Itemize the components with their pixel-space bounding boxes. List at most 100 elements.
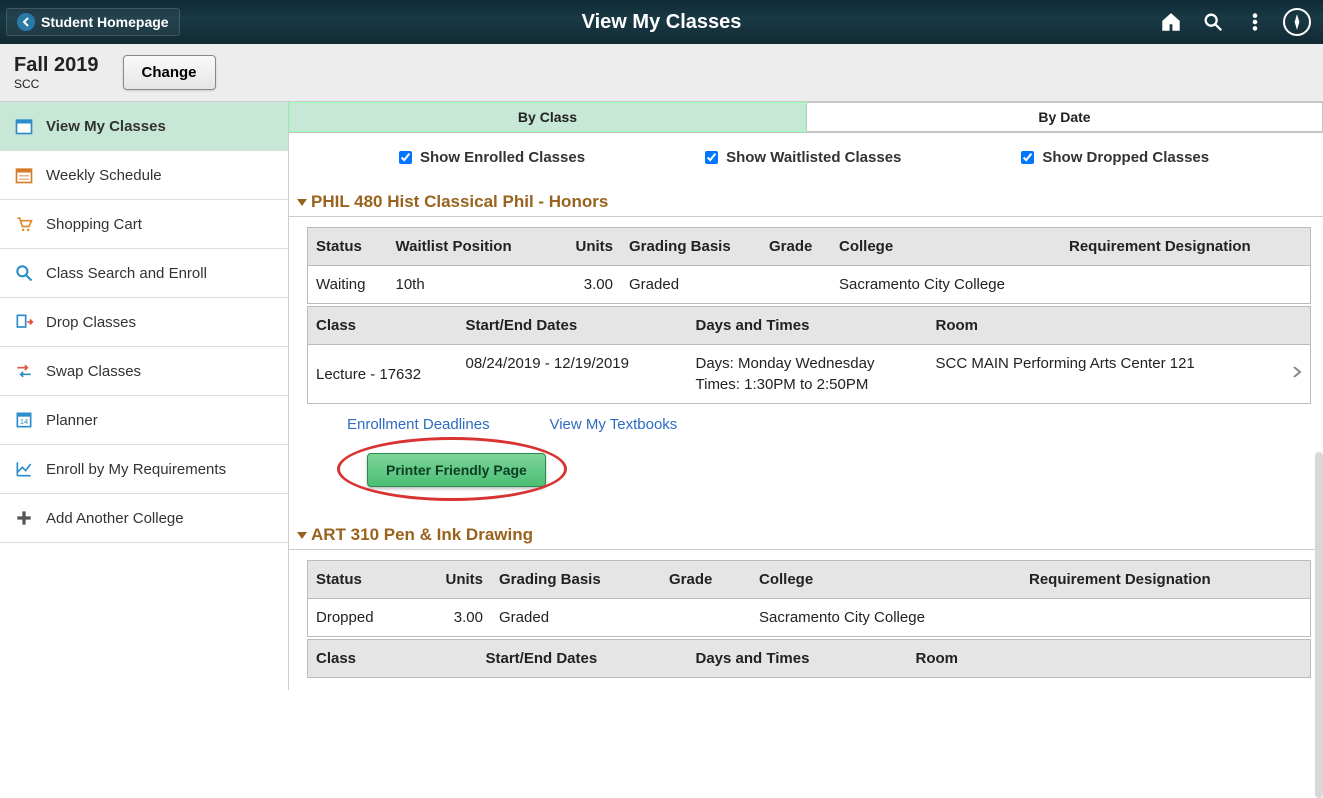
- sidebar-item-label: Class Search and Enroll: [46, 265, 207, 282]
- sidebar-item-swap-classes[interactable]: Swap Classes: [0, 347, 288, 396]
- back-button[interactable]: Student Homepage: [6, 8, 180, 36]
- th-grading: Grading Basis: [621, 228, 761, 266]
- sidebar-item-enroll-requirements[interactable]: Enroll by My Requirements: [0, 445, 288, 494]
- sidebar-item-add-college[interactable]: Add Another College: [0, 494, 288, 543]
- tab-by-date[interactable]: By Date: [806, 102, 1323, 132]
- course-links: Enrollment Deadlines View My Textbooks: [307, 406, 1311, 443]
- scrollbar[interactable]: [1315, 452, 1323, 798]
- filter-enrolled-checkbox[interactable]: [399, 151, 412, 164]
- th-grading: Grading Basis: [491, 561, 661, 599]
- course-title: PHIL 480 Hist Classical Phil - Honors: [311, 192, 608, 212]
- view-textbooks-link[interactable]: View My Textbooks: [549, 416, 677, 433]
- calendar-icon: [12, 114, 36, 138]
- th-dates: Start/End Dates: [458, 307, 688, 345]
- chevron-right-icon: [1292, 365, 1302, 383]
- sidebar-item-shopping-cart[interactable]: Shopping Cart: [0, 200, 288, 249]
- collapse-triangle-icon: [297, 199, 307, 206]
- th-units: Units: [568, 228, 622, 266]
- table-row[interactable]: Lecture - 17632 08/24/2019 - 12/19/2019 …: [308, 345, 1311, 404]
- th-class: Class: [308, 307, 458, 345]
- sidebar-item-label: Add Another College: [46, 510, 184, 527]
- filter-dropped[interactable]: Show Dropped Classes: [1021, 149, 1209, 166]
- chart-icon: [12, 457, 36, 481]
- th-college: College: [831, 228, 1061, 266]
- table-row: Waiting 10th 3.00 Graded Sacramento City…: [308, 266, 1311, 304]
- course-header-art310[interactable]: ART 310 Pen & Ink Drawing: [289, 515, 1323, 550]
- td-times: Times: 1:30PM to 2:50PM: [696, 376, 920, 393]
- course-header-phil480[interactable]: PHIL 480 Hist Classical Phil - Honors: [289, 182, 1323, 217]
- status-table: Status Waitlist Position Units Grading B…: [307, 227, 1311, 304]
- status-table: Status Units Grading Basis Grade College…: [307, 560, 1311, 637]
- nav-compass-icon[interactable]: [1283, 8, 1311, 36]
- schedule-table: Class Start/End Dates Days and Times Roo…: [307, 639, 1311, 678]
- planner-icon: 14: [12, 408, 36, 432]
- enrollment-deadlines-link[interactable]: Enrollment Deadlines: [347, 416, 490, 433]
- calendar-week-icon: [12, 163, 36, 187]
- schedule-table: Class Start/End Dates Days and Times Roo…: [307, 306, 1311, 404]
- page-title: View My Classes: [582, 11, 742, 34]
- table-row: Dropped 3.00 Graded Sacramento City Coll…: [308, 599, 1311, 637]
- td-dates: 08/24/2019 - 12/19/2019: [458, 345, 688, 404]
- sidebar-item-label: Enroll by My Requirements: [46, 461, 226, 478]
- td-units: 3.00: [568, 266, 622, 304]
- term-college: SCC: [14, 77, 99, 91]
- td-grading: Graded: [621, 266, 761, 304]
- main-panel: By Class By Date Show Enrolled Classes S…: [288, 102, 1323, 690]
- cart-icon: [12, 212, 36, 236]
- filter-enrolled[interactable]: Show Enrolled Classes: [399, 149, 585, 166]
- home-icon[interactable]: [1157, 8, 1185, 36]
- filter-waitlisted-checkbox[interactable]: [705, 151, 718, 164]
- th-college: College: [751, 561, 1021, 599]
- view-tabs: By Class By Date: [289, 102, 1323, 133]
- th-daystimes: Days and Times: [688, 307, 928, 345]
- sidebar-item-label: Swap Classes: [46, 363, 141, 380]
- filter-enrolled-label: Show Enrolled Classes: [420, 149, 585, 166]
- filter-row: Show Enrolled Classes Show Waitlisted Cl…: [289, 133, 1323, 182]
- course-body-art310: Status Units Grading Basis Grade College…: [289, 550, 1323, 690]
- sidebar-item-label: Weekly Schedule: [46, 167, 162, 184]
- td-daystimes: Days: Monday Wednesday Times: 1:30PM to …: [688, 345, 928, 404]
- th-reqdes: Requirement Designation: [1061, 228, 1311, 266]
- printer-friendly-wrap: Printer Friendly Page: [307, 443, 1311, 505]
- swap-icon: [12, 359, 36, 383]
- course-body-phil480: Status Waitlist Position Units Grading B…: [289, 217, 1323, 515]
- chevron-left-icon: [17, 13, 35, 31]
- th-daystimes: Days and Times: [688, 640, 908, 678]
- more-icon[interactable]: [1241, 8, 1269, 36]
- sidebar-item-label: Drop Classes: [46, 314, 136, 331]
- td-reqdes: [1021, 599, 1311, 637]
- th-class: Class: [308, 640, 478, 678]
- drop-icon: [12, 310, 36, 334]
- sidebar-item-drop-classes[interactable]: Drop Classes: [0, 298, 288, 347]
- td-days: Days: Monday Wednesday: [696, 355, 920, 372]
- filter-waitlisted[interactable]: Show Waitlisted Classes: [705, 149, 901, 166]
- td-grade: [761, 266, 831, 304]
- td-college: Sacramento City College: [751, 599, 1021, 637]
- printer-friendly-button[interactable]: Printer Friendly Page: [367, 453, 546, 487]
- td-college: Sacramento City College: [831, 266, 1061, 304]
- top-navbar: Student Homepage View My Classes: [0, 0, 1323, 44]
- filter-dropped-checkbox[interactable]: [1021, 151, 1034, 164]
- td-units: 3.00: [438, 599, 492, 637]
- top-icon-group: [1157, 8, 1311, 36]
- sidebar-item-class-search-enroll[interactable]: Class Search and Enroll: [0, 249, 288, 298]
- sidebar-item-planner[interactable]: 14 Planner: [0, 396, 288, 445]
- filter-dropped-label: Show Dropped Classes: [1042, 149, 1209, 166]
- td-waitlist: 10th: [388, 266, 568, 304]
- sidebar-item-weekly-schedule[interactable]: Weekly Schedule: [0, 151, 288, 200]
- td-status: Dropped: [308, 599, 438, 637]
- tab-by-class[interactable]: By Class: [289, 102, 806, 132]
- sidebar-item-view-my-classes[interactable]: View My Classes: [0, 102, 288, 151]
- sidebar: View My Classes Weekly Schedule Shopping…: [0, 102, 288, 690]
- td-grade: [661, 599, 751, 637]
- collapse-triangle-icon: [297, 532, 307, 539]
- sidebar-item-label: View My Classes: [46, 118, 166, 135]
- change-term-button[interactable]: Change: [123, 55, 216, 90]
- th-units: Units: [438, 561, 492, 599]
- search-icon[interactable]: [1199, 8, 1227, 36]
- th-grade: Grade: [761, 228, 831, 266]
- th-reqdes: Requirement Designation: [1021, 561, 1311, 599]
- plus-icon: [12, 506, 36, 530]
- filter-waitlisted-label: Show Waitlisted Classes: [726, 149, 901, 166]
- th-grade: Grade: [661, 561, 751, 599]
